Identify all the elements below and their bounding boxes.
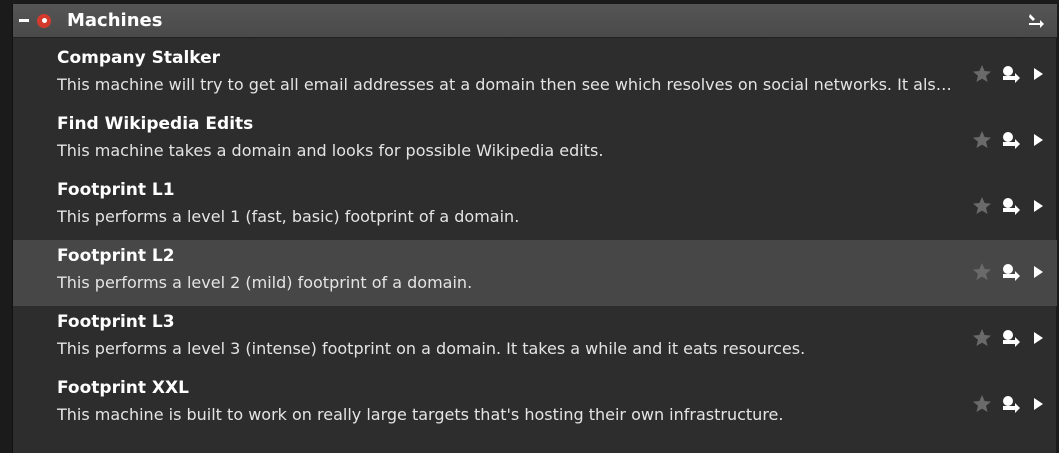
machine-title: Footprint L1: [57, 180, 175, 200]
machine-description: This machine will try to get all email a…: [57, 75, 957, 94]
minus-icon: [19, 19, 29, 22]
run-macro-icon[interactable]: [1027, 12, 1045, 30]
list-item-selected[interactable]: Footprint L2 This performs a level 2 (mi…: [13, 240, 1057, 306]
row-actions: [963, 326, 1043, 350]
play-icon[interactable]: [1034, 266, 1043, 278]
run-machine-icon[interactable]: [1000, 327, 1022, 349]
list-item[interactable]: Footprint XXL This machine is built to w…: [13, 372, 1057, 438]
section-header[interactable]: Machines: [13, 4, 1057, 38]
run-machine-icon[interactable]: [1000, 195, 1022, 217]
list-item[interactable]: Footprint L3 This performs a level 3 (in…: [13, 306, 1057, 372]
machines-icon: [37, 13, 51, 28]
play-icon[interactable]: [1034, 68, 1043, 80]
machines-panel: Machines Company Stalker This machine wi…: [12, 4, 1057, 453]
row-actions: [963, 392, 1043, 416]
machine-description: This performs a level 1 (fast, basic) fo…: [57, 207, 520, 226]
play-icon[interactable]: [1034, 398, 1043, 410]
play-icon[interactable]: [1034, 200, 1043, 212]
machine-description: This performs a level 2 (mild) footprint…: [57, 273, 473, 292]
row-actions: [963, 194, 1043, 218]
run-machine-icon[interactable]: [1000, 129, 1022, 151]
machine-description: This performs a level 3 (intense) footpr…: [57, 339, 806, 358]
play-icon[interactable]: [1034, 134, 1043, 146]
run-machine-icon[interactable]: [1000, 63, 1022, 85]
section-title: Machines: [67, 10, 163, 31]
star-icon[interactable]: [972, 394, 992, 414]
machine-title: Company Stalker: [57, 48, 221, 68]
list-item[interactable]: Footprint L1 This performs a level 1 (fa…: [13, 174, 1057, 240]
star-icon[interactable]: [972, 262, 992, 282]
row-actions: [963, 62, 1043, 86]
machine-description: This machine is built to work on really …: [57, 405, 784, 424]
list-item[interactable]: Company Stalker This machine will try to…: [13, 42, 1057, 108]
app-frame: Machines Company Stalker This machine wi…: [0, 0, 1059, 453]
play-icon[interactable]: [1034, 332, 1043, 344]
machine-title: Footprint L2: [57, 246, 175, 266]
machine-title: Footprint XXL: [57, 378, 189, 398]
machine-title: Find Wikipedia Edits: [57, 114, 254, 134]
row-actions: [963, 260, 1043, 284]
collapse-button[interactable]: [13, 4, 35, 38]
machine-list: Company Stalker This machine will try to…: [13, 42, 1057, 438]
machine-title: Footprint L3: [57, 312, 175, 332]
star-icon[interactable]: [972, 196, 992, 216]
machine-description: This machine takes a domain and looks fo…: [57, 141, 604, 160]
star-icon[interactable]: [972, 64, 992, 84]
star-icon[interactable]: [972, 130, 992, 150]
row-actions: [963, 128, 1043, 152]
run-machine-icon[interactable]: [1000, 393, 1022, 415]
list-item[interactable]: Find Wikipedia Edits This machine takes …: [13, 108, 1057, 174]
run-machine-icon[interactable]: [1000, 261, 1022, 283]
star-icon[interactable]: [972, 328, 992, 348]
